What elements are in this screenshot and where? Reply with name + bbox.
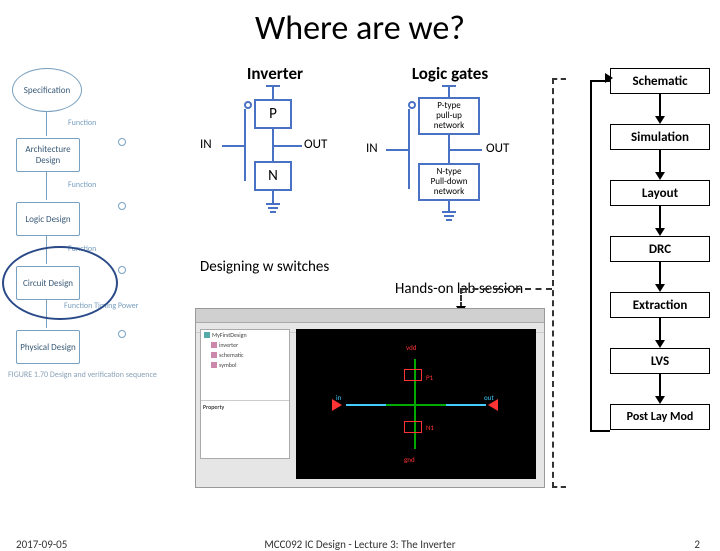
logic-in-label: IN — [366, 141, 378, 156]
inverter-logic-area: Inverter Logic gates P N IN OUT P-type p… — [200, 63, 540, 253]
designing-switches-label: Designing w switches — [200, 258, 329, 276]
screenshot-titlebar — [196, 309, 544, 323]
slide-title: Where are we? — [0, 8, 720, 49]
schematic-step: Schematic — [610, 68, 710, 94]
architecture-design-box: Architecture Design — [16, 138, 80, 172]
design-verification-flowchart: Specification Function Architecture Desi… — [8, 68, 188, 448]
dashed-connector-vertical — [552, 78, 566, 488]
ntype-network-box: N-type Pull-down network — [418, 163, 480, 201]
circuit-design-highlight-circle — [2, 246, 118, 320]
postlay-step: Post Lay Mod — [610, 404, 710, 430]
physical-design-box: Physical Design — [16, 330, 80, 364]
backend-flowchart: Schematic Simulation Layout DRC Extracti… — [580, 58, 710, 488]
arrow-function-label-2: Function — [68, 180, 96, 190]
inverter-heading: Inverter — [230, 63, 320, 84]
drc-step: DRC — [610, 236, 710, 262]
nmos-box: N — [254, 161, 292, 191]
dashed-connector-horizontal — [462, 288, 552, 290]
dashed-connector-drop — [460, 288, 462, 308]
lab-session-screenshot: MyFirstDesign inverter schematic symbol … — [195, 308, 545, 488]
ptype-network-box: P-type pull-up network — [418, 97, 480, 135]
inverter-in-label: IN — [200, 137, 212, 152]
logic-gates-heading: Logic gates — [400, 63, 500, 84]
lvs-step: LVS — [610, 348, 710, 374]
inverter-out-label: OUT — [304, 137, 327, 152]
specification-oval: Specification — [12, 68, 82, 112]
layout-step: Layout — [610, 180, 710, 206]
extraction-step: Extraction — [610, 292, 710, 318]
logic-out-label: OUT — [486, 141, 509, 156]
pmos-bubble-icon — [244, 101, 252, 109]
schematic-canvas: vdd P1 N1 gnd in out — [296, 329, 536, 479]
pmos-box: P — [254, 99, 292, 129]
ptype-bubble-icon — [408, 101, 416, 109]
logic-design-box: Logic Design — [16, 202, 80, 236]
figure-caption: FIGURE 1.70 Design and verification sequ… — [8, 370, 157, 380]
screenshot-tree-panel: MyFirstDesign inverter schematic symbol … — [200, 329, 290, 459]
arrow-function-label: Function — [68, 118, 96, 128]
simulation-step: Simulation — [610, 124, 710, 150]
